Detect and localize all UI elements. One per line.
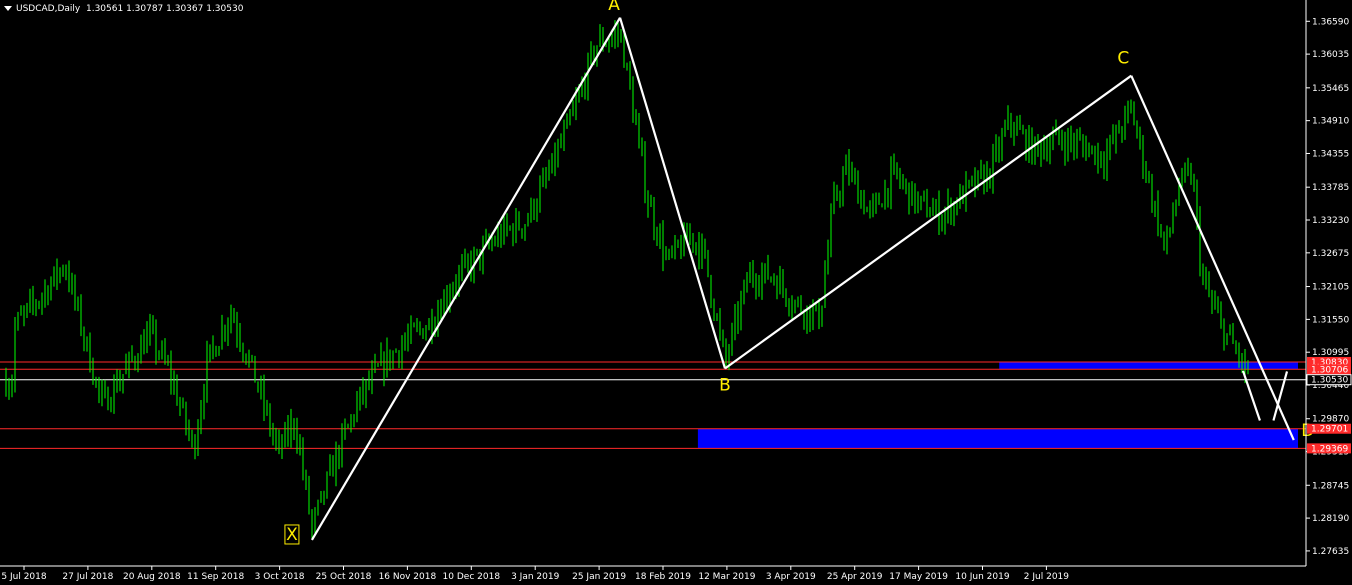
- pattern-labels-layer: XABCD: [284, 0, 1314, 545]
- x-tick-label-10: 18 Feb 2019: [635, 572, 691, 582]
- axes-layer: 1.36590 1.36035 1.35465 1.34910 1.34355 1.337…: [0, 0, 1352, 582]
- y-tick-label-9: 1.31550: [1312, 315, 1349, 325]
- price-label-3: 1.29701: [1311, 425, 1348, 435]
- x-tick-label-0: 5 Jul 2018: [1, 572, 46, 582]
- x-tick-label-4: 3 Oct 2018: [255, 572, 305, 582]
- projection-leg-0: [1241, 370, 1261, 421]
- y-tick-label-6: 1.33230: [1312, 216, 1349, 226]
- x-tick-label-14: 17 May 2019: [889, 572, 948, 582]
- x-tick-label-16: 2 Jul 2019: [1024, 572, 1069, 582]
- y-tick-label-16: 1.27635: [1312, 547, 1349, 557]
- x-tick-label-7: 10 Dec 2018: [443, 572, 501, 582]
- x-tick-label-6: 16 Nov 2018: [379, 572, 437, 582]
- y-tick-label-3: 1.34910: [1312, 117, 1349, 127]
- x-tick-label-15: 10 Jun 2019: [955, 572, 1009, 582]
- y-tick-label-14: 1.28745: [1312, 481, 1349, 491]
- y-tick-label-0: 1.36590: [1312, 17, 1349, 27]
- x-tick-label-8: 3 Jan 2019: [511, 572, 559, 582]
- y-tick-label-10: 1.30995: [1312, 348, 1349, 358]
- pattern-label-x: X: [286, 525, 298, 545]
- pattern-label-a: A: [608, 0, 620, 15]
- x-tick-label-3: 11 Sep 2018: [187, 572, 244, 582]
- zone-rect-1: [697, 428, 1298, 449]
- y-tick-label-5: 1.33785: [1312, 183, 1349, 193]
- y-tick-label-12: 1.29870: [1312, 415, 1349, 425]
- zone-rect-0: [999, 361, 1298, 370]
- y-tick-label-15: 1.28190: [1312, 514, 1349, 524]
- pattern-leg-AB: [618, 17, 727, 369]
- projection-leg-1: [1272, 371, 1289, 421]
- y-tick-label-1: 1.36035: [1312, 50, 1349, 60]
- x-tick-label-5: 25 Oct 2018: [316, 572, 372, 582]
- pattern-leg-XA: [310, 17, 621, 541]
- y-tick-label-7: 1.32675: [1312, 249, 1349, 259]
- price-label-2: 1.30530: [1311, 376, 1348, 386]
- zones-layer: [697, 361, 1298, 449]
- x-tick-label-9: 25 Jan 2019: [572, 572, 626, 582]
- x-tick-label-1: 27 Jul 2018: [62, 572, 113, 582]
- pattern-label-b: B: [719, 375, 731, 395]
- x-tick-label-12: 3 Apr 2019: [766, 572, 816, 582]
- candles-layer: [5, 20, 1249, 539]
- y-tick-label-2: 1.35465: [1312, 84, 1349, 94]
- y-tick-label-4: 1.34355: [1312, 149, 1349, 159]
- pattern-leg-CD: [1130, 75, 1295, 441]
- pattern-label-c: C: [1117, 49, 1129, 69]
- x-tick-label-13: 25 Apr 2019: [827, 572, 883, 582]
- y-tick-label-8: 1.32105: [1312, 283, 1349, 293]
- price-label-1: 1.30706: [1311, 365, 1348, 375]
- price-chart: XABCD 1.365901.360351.354651.349101.3435…: [0, 0, 1352, 582]
- pattern-leg-BC: [724, 74, 1132, 370]
- price-label-4: 1.29369: [1311, 444, 1348, 454]
- x-tick-label-11: 12 Mar 2019: [698, 572, 755, 582]
- x-tick-label-2: 20 Aug 2018: [123, 572, 181, 582]
